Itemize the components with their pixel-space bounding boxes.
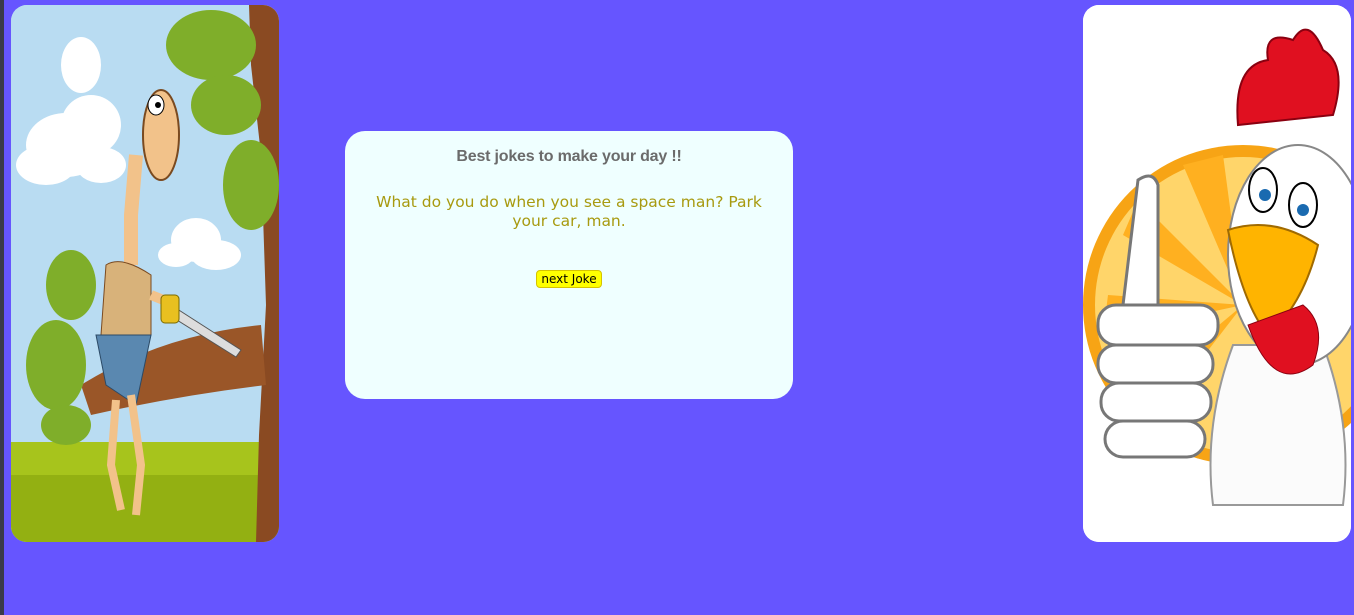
joke-card: Best jokes to make your day !! What do y… [345, 131, 793, 399]
next-joke-button[interactable]: next Joke [536, 270, 602, 288]
window-edge [0, 0, 4, 615]
joke-text: What do you do when you see a space man?… [376, 193, 762, 230]
rooster-thumbs-up-image [1083, 5, 1351, 542]
man-sawing-branch-image [11, 5, 279, 542]
page-title: Best jokes to make your day !! [456, 148, 682, 165]
rooster-thumbs-up-cartoon-icon [1083, 5, 1351, 542]
man-sawing-branch-cartoon-icon [11, 5, 279, 542]
